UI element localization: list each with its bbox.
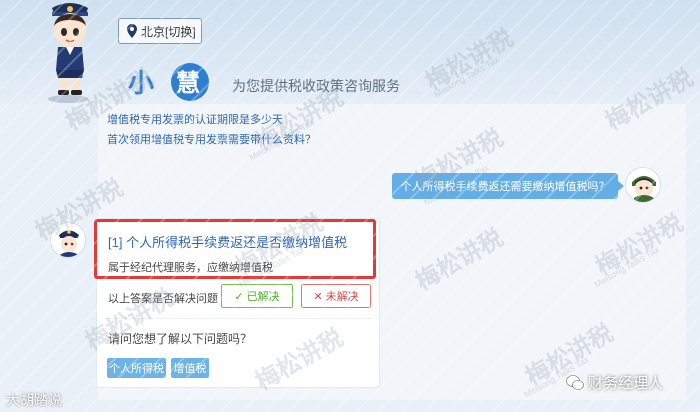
resolve-prompt: 以上答案是否解决问题 (108, 293, 218, 305)
svg-text:慧: 慧 (176, 69, 200, 97)
xiaohui-logo: 小 慧 (128, 63, 209, 101)
resolved-label: 已解决 (246, 291, 280, 303)
suggestion-tag-vat[interactable]: 增值税 (171, 358, 209, 378)
bot-avatar (50, 222, 86, 258)
user-message-text: 个人所得税手续费返还需要缴纳增值税吗？ (400, 181, 610, 193)
close-icon: ✕ (313, 290, 323, 303)
previous-question-link[interactable]: 增值税专用发票的认证期限是多少天 (107, 110, 316, 130)
mascot-illustration (48, 3, 88, 103)
user-message-bubble: 个人所得税手续费返还需要缴纳增值税吗？ (392, 173, 624, 199)
suggestion-prompt: 请问您想了解以下问题吗？ (108, 332, 253, 346)
footer-left-text: 大胡踏说 (6, 392, 62, 408)
bot-avatar-icon (51, 223, 85, 257)
footer-right-text: 财务经理人 (588, 375, 664, 392)
unresolved-button[interactable]: ✕ 未解决 (301, 284, 371, 308)
svg-text:小: 小 (128, 69, 154, 99)
location-pin-icon (127, 24, 137, 38)
highlight-box (94, 219, 376, 279)
service-tagline: 为您提供税收政策咨询服务 (232, 78, 400, 94)
location-label: 北京[切换] (141, 24, 196, 39)
user-avatar (625, 167, 661, 203)
unresolved-label: 未解决 (325, 291, 359, 303)
previous-questions: 增值税专用发票的认证期限是多少天 首次领用增值税专用发票需要带什么资料？ (107, 110, 316, 150)
suggestion-tag-personal-income-tax[interactable]: 个人所得税 (107, 358, 166, 378)
previous-question-link[interactable]: 首次领用增值税专用发票需要带什么资料？ (107, 130, 316, 150)
resolved-button[interactable]: ✓ 已解决 (221, 284, 293, 308)
footer-left-watermark: 大胡踏说 (6, 390, 62, 410)
location-switch-button[interactable]: 北京[切换] (118, 18, 202, 44)
wechat-icon (566, 374, 584, 390)
divider (104, 318, 372, 319)
check-icon: ✓ (234, 290, 244, 303)
footer-right-watermark: 财务经理人 (566, 372, 663, 393)
